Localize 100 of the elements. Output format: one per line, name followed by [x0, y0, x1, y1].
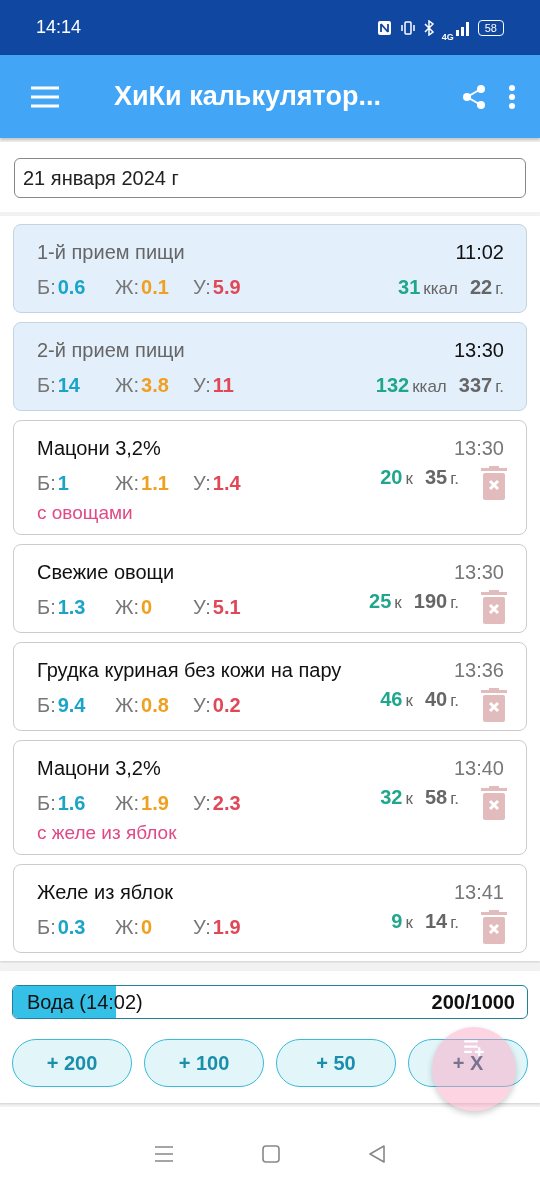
clock: 14:14 — [36, 17, 82, 38]
food-card[interactable]: Желе из яблок 13:41 Б:0.3 Ж:0 У:1.9 9 к 14 г. — [13, 864, 527, 953]
delete-icon[interactable] — [481, 466, 507, 500]
carbs-label: У: — [193, 693, 211, 717]
kcal-value: 9 — [391, 910, 403, 933]
protein-label: Б: — [37, 471, 56, 495]
kcal-value: 20 — [380, 466, 403, 489]
network-label: 4G — [441, 31, 454, 42]
protein-value: 9.4 — [57, 693, 86, 717]
fat-label: Ж: — [115, 275, 140, 299]
delete-icon[interactable] — [481, 590, 507, 624]
kcal-unit: ккал — [412, 376, 447, 397]
grams-value: 22 — [469, 275, 493, 299]
delete-icon[interactable] — [481, 688, 507, 722]
fat-label: Ж: — [115, 471, 140, 495]
grams-unit: г. — [495, 278, 504, 299]
protein-label: Б: — [37, 693, 56, 717]
carbs-value: 1.4 — [212, 471, 241, 495]
protein-value: 0.6 — [57, 275, 86, 299]
kcal-unit: к — [405, 789, 413, 809]
grams-value: 35 — [424, 466, 448, 489]
carbs-value: 5.1 — [212, 595, 241, 619]
kcal-unit: ккал — [423, 278, 458, 299]
protein-value: 14 — [57, 373, 80, 397]
water-reading: 200/1000 — [431, 990, 515, 1014]
fat-value: 0 — [141, 595, 153, 619]
kcal-value: 32 — [380, 786, 403, 809]
battery-indicator: 58 — [477, 19, 504, 36]
entry-note: с желе из яблок — [37, 822, 178, 844]
carbs-value: 0.2 — [212, 693, 241, 717]
entry-time: 11:02 — [455, 241, 504, 264]
food-card[interactable]: Мацони 3,2% 13:30 Б:1 Ж:1.1 У:1.4 20 к 35 г. с овощами — [13, 420, 527, 535]
entry-time: 13:30 — [453, 339, 504, 362]
meal-card[interactable]: 2-й прием пищи 13:30 Б:14 Ж:3.8 У:11 132 ккал 337 г. — [13, 322, 527, 411]
protein-label: Б: — [37, 595, 56, 619]
protein-label: Б: — [37, 373, 56, 397]
grams-value: 58 — [424, 786, 448, 809]
entry-name: Мацони 3,2% — [37, 437, 161, 460]
kcal-unit: к — [394, 593, 402, 613]
grams-unit: г. — [450, 691, 459, 711]
vibrate-icon — [399, 19, 416, 36]
carbs-label: У: — [193, 373, 211, 397]
carbs-label: У: — [193, 595, 211, 619]
protein-value: 1 — [57, 471, 69, 495]
protein-label: Б: — [37, 275, 56, 299]
recent-apps-icon[interactable] — [154, 1144, 174, 1163]
protein-value: 1.3 — [57, 595, 86, 619]
entry-name: Грудка куриная без кожи на пару — [37, 659, 342, 682]
grams-value: 337 — [458, 373, 493, 397]
food-card[interactable]: Грудка куриная без кожи на пару 13:36 Б:9.4 Ж:0.8 У:0.2 46 к 40 г. — [13, 642, 527, 731]
meal-card[interactable]: 1-й прием пищи 11:02 Б:0.6 Ж:0.1 У:5.9 31 ккал 22 г. — [13, 224, 527, 313]
grams-unit: г. — [495, 376, 504, 397]
date-field[interactable]: 21 января 2024 г — [14, 158, 526, 198]
kcal-unit: к — [405, 691, 413, 711]
carbs-label: У: — [193, 791, 211, 815]
kcal-value: 31 — [398, 275, 421, 299]
fat-label: Ж: — [115, 373, 140, 397]
carbs-value: 11 — [212, 373, 234, 397]
protein-label: Б: — [37, 791, 56, 815]
entry-name: Желе из яблок — [37, 881, 174, 904]
nfc-icon — [376, 19, 392, 36]
bluetooth-icon — [423, 19, 434, 36]
back-icon[interactable] — [368, 1144, 386, 1163]
entry-time: 13:41 — [453, 881, 504, 904]
carbs-value: 5.9 — [212, 275, 241, 299]
entry-time: 13:30 — [453, 561, 504, 584]
entry-time: 13:36 — [453, 659, 504, 682]
carbs-label: У: — [193, 275, 211, 299]
fat-value: 3.8 — [141, 373, 169, 397]
delete-icon[interactable] — [481, 786, 507, 820]
fat-value: 0.8 — [141, 693, 169, 717]
delete-icon[interactable] — [481, 910, 507, 944]
grams-value: 40 — [424, 688, 448, 711]
fat-value: 0.1 — [141, 275, 169, 299]
add-list-icon[interactable] — [432, 1027, 516, 1111]
fat-value: 1.9 — [141, 791, 169, 815]
fat-label: Ж: — [115, 693, 140, 717]
entry-name: 1-й прием пищи — [37, 241, 185, 264]
carbs-value: 1.9 — [212, 915, 241, 939]
food-card[interactable]: Мацони 3,2% 13:40 Б:1.6 Ж:1.9 У:2.3 32 к 58 г. с желе из яблок — [13, 740, 527, 855]
grams-unit: г. — [450, 789, 459, 809]
kcal-unit: к — [405, 913, 413, 933]
fat-label: Ж: — [115, 915, 140, 939]
fat-label: Ж: — [115, 595, 140, 619]
entry-name: 2-й прием пищи — [37, 339, 185, 362]
home-icon[interactable] — [262, 1144, 280, 1163]
entry-name: Свежие овощи — [37, 561, 175, 584]
fat-value: 1.1 — [141, 471, 169, 495]
grams-unit: г. — [450, 913, 459, 933]
grams-unit: г. — [450, 469, 459, 489]
food-card[interactable]: Свежие овощи 13:30 Б:1.3 Ж:0 У:5.1 25 к 190 г. — [13, 544, 527, 633]
entry-note: с овощами — [37, 502, 134, 524]
entry-name: Мацони 3,2% — [37, 757, 161, 780]
kcal-value: 46 — [380, 688, 403, 711]
carbs-label: У: — [193, 471, 211, 495]
fat-label: Ж: — [115, 791, 140, 815]
protein-value: 0.3 — [57, 915, 86, 939]
fat-value: 0 — [141, 915, 153, 939]
kcal-value: 132 — [375, 373, 410, 397]
kcal-unit: к — [405, 469, 413, 489]
